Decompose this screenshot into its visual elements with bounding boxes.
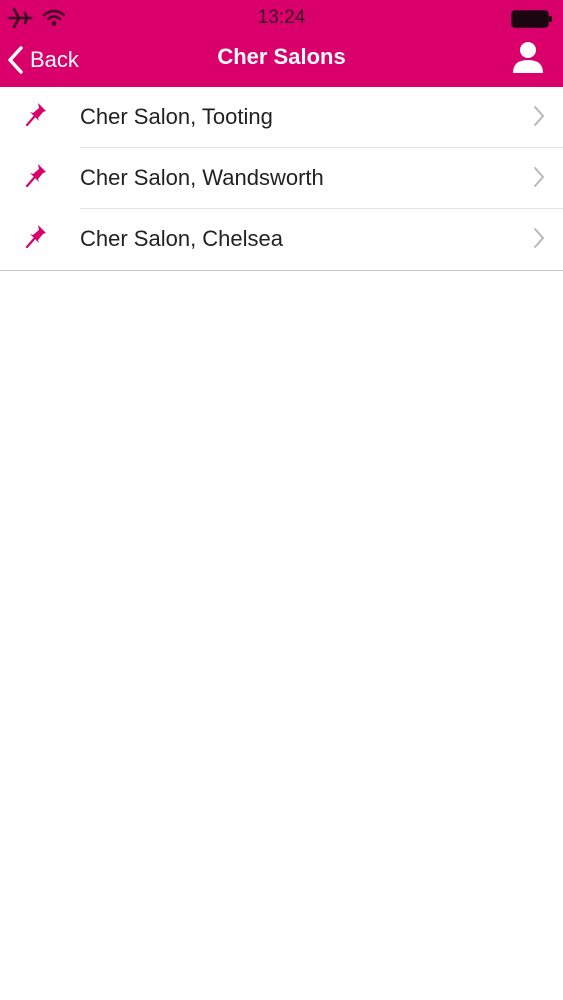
page-title: Cher Salons — [217, 44, 346, 69]
top-bar: 13:24 Back Cher Salons — [0, 0, 563, 87]
salon-name: Cher Salon, Tooting — [80, 104, 273, 129]
navigation-bar: Back Cher Salons — [0, 36, 563, 87]
list-item-salon-chelsea[interactable]: Cher Salon, Chelsea — [0, 209, 563, 270]
chevron-right-icon — [534, 167, 544, 187]
pushpin-icon — [25, 225, 46, 249]
list-item-salon-wandsworth[interactable]: Cher Salon, Wandsworth — [0, 148, 563, 209]
profile-icon[interactable] — [511, 40, 545, 74]
chevron-right-icon — [534, 228, 544, 248]
salon-name: Cher Salon, Chelsea — [80, 226, 284, 251]
battery-icon — [511, 10, 552, 28]
list-item-salon-tooting[interactable]: Cher Salon, Tooting — [0, 87, 563, 148]
pushpin-icon — [25, 103, 46, 127]
status-bar: 13:24 — [0, 0, 563, 36]
salon-list: Cher Salon, Tooting Cher Salon, Wandswor… — [0, 87, 563, 271]
chevron-right-icon — [534, 106, 544, 126]
status-time: 13:24 — [257, 7, 306, 28]
pushpin-icon — [25, 164, 46, 188]
salon-name: Cher Salon, Wandsworth — [80, 165, 324, 190]
